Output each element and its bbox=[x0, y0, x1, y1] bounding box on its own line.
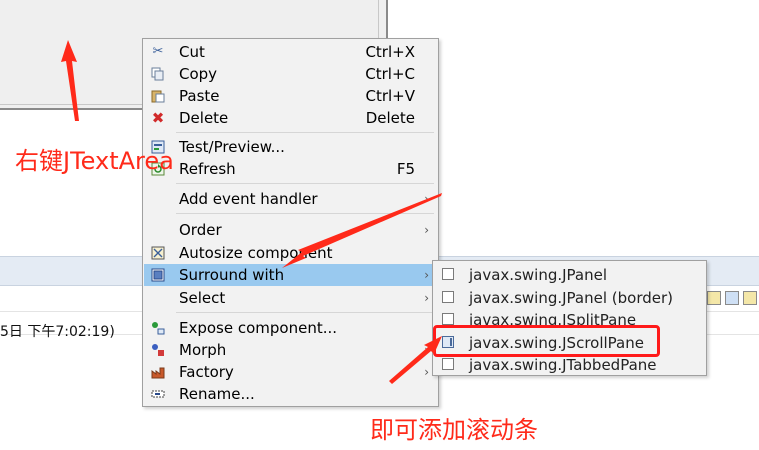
menu-item-morph[interactable]: Morph › bbox=[144, 339, 437, 361]
submenu-item-label: javax.swing.JPanel bbox=[469, 266, 608, 284]
menu-item-label: Add event handler bbox=[179, 190, 318, 208]
menu-item-autosize-component[interactable]: Autosize component bbox=[144, 242, 437, 264]
menu-item-label: Surround with bbox=[179, 266, 285, 284]
menu-item-order[interactable]: Order › bbox=[144, 219, 437, 241]
menu-separator bbox=[176, 312, 434, 313]
menu-item-label: Factory bbox=[179, 363, 234, 381]
factory-icon bbox=[150, 364, 166, 380]
submenu-item-label: javax.swing.JPanel (border) bbox=[469, 289, 674, 307]
tabbed-pane-icon bbox=[442, 358, 454, 370]
submenu-item-jpanel-border[interactable]: javax.swing.JPanel (border) bbox=[434, 287, 705, 309]
surround-with-submenu: javax.swing.JPanel javax.swing.JPanel (b… bbox=[432, 260, 707, 376]
menu-item-label: Select bbox=[179, 289, 226, 307]
split-pane-icon bbox=[442, 313, 454, 325]
scissors-icon: ✂ bbox=[152, 44, 164, 59]
surround-icon bbox=[150, 267, 166, 283]
menu-item-surround-with[interactable]: Surround with › bbox=[144, 264, 437, 286]
menu-item-add-event-handler[interactable]: Add event handler › bbox=[144, 188, 437, 210]
morph-icon bbox=[150, 342, 166, 358]
menu-item-label: Order bbox=[179, 221, 222, 239]
rename-icon bbox=[150, 386, 166, 402]
menu-item-label: Cut bbox=[179, 43, 205, 61]
submenu-item-label: javax.swing.JTabbedPane bbox=[469, 356, 657, 374]
menu-item-label: Refresh bbox=[179, 160, 236, 178]
toolbar-icon[interactable] bbox=[725, 291, 739, 305]
menu-item-delete[interactable]: ✖ Delete Delete bbox=[144, 107, 437, 129]
menu-item-label: Rename... bbox=[179, 385, 255, 403]
submenu-arrow-icon: › bbox=[424, 291, 429, 305]
expose-icon bbox=[150, 320, 166, 336]
console-toolbar bbox=[707, 291, 759, 309]
toolbar-icon[interactable] bbox=[743, 291, 757, 305]
menu-separator bbox=[176, 183, 434, 184]
menu-item-select[interactable]: Select › bbox=[144, 287, 437, 309]
submenu-arrow-icon: › bbox=[424, 343, 429, 357]
annotation-right-click-label: 右键JTextArea bbox=[15, 147, 174, 175]
submenu-arrow-icon: › bbox=[424, 192, 429, 206]
annotation-result-label: 即可添加滚动条 bbox=[370, 416, 538, 444]
context-menu: ✂ Cut Ctrl+X Copy Ctrl+C Paste Ctrl+V ✖ … bbox=[142, 38, 439, 407]
menu-item-paste[interactable]: Paste Ctrl+V bbox=[144, 85, 437, 107]
submenu-item-jpanel[interactable]: javax.swing.JPanel bbox=[434, 264, 705, 286]
menu-item-label: Autosize component bbox=[179, 244, 333, 262]
menu-item-accelerator: Ctrl+C bbox=[365, 65, 415, 83]
jscrollpane-highlight-box bbox=[433, 325, 660, 357]
menu-item-copy[interactable]: Copy Ctrl+C bbox=[144, 63, 437, 85]
submenu-item-jtabbedpane[interactable]: javax.swing.JTabbedPane bbox=[434, 354, 705, 376]
menu-item-label: Expose component... bbox=[179, 319, 338, 337]
menu-item-factory[interactable]: Factory › bbox=[144, 361, 437, 383]
autosize-icon bbox=[150, 245, 166, 261]
menu-item-label: Paste bbox=[179, 87, 220, 105]
submenu-arrow-icon: › bbox=[424, 268, 429, 282]
menu-item-label: Morph bbox=[179, 341, 227, 359]
toolbar-icon[interactable] bbox=[707, 291, 721, 305]
console-timestamp: 5日 下午7:02:19) bbox=[0, 324, 115, 340]
menu-separator bbox=[176, 213, 434, 214]
container-icon bbox=[442, 268, 454, 280]
submenu-arrow-icon: › bbox=[424, 365, 429, 379]
container-icon bbox=[442, 291, 454, 303]
menu-item-accelerator: Ctrl+V bbox=[365, 87, 415, 105]
menu-item-label: Delete bbox=[179, 109, 229, 127]
menu-item-rename[interactable]: Rename... bbox=[144, 383, 437, 405]
menu-item-expose-component[interactable]: Expose component... bbox=[144, 317, 437, 339]
menu-item-refresh[interactable]: Refresh F5 bbox=[144, 158, 437, 180]
menu-item-label: Copy bbox=[179, 65, 218, 83]
paste-icon bbox=[150, 88, 166, 104]
delete-x-icon: ✖ bbox=[151, 109, 165, 127]
menu-item-test-preview[interactable]: Test/Preview... bbox=[144, 136, 437, 158]
menu-item-accelerator: F5 bbox=[396, 160, 415, 178]
menu-item-label: Test/Preview... bbox=[179, 138, 285, 156]
menu-item-accelerator: Ctrl+X bbox=[365, 43, 415, 61]
menu-item-cut[interactable]: ✂ Cut Ctrl+X bbox=[144, 41, 437, 63]
copy-icon bbox=[150, 66, 166, 82]
menu-item-accelerator: Delete bbox=[365, 109, 415, 127]
menu-separator bbox=[176, 132, 434, 133]
submenu-arrow-icon: › bbox=[424, 223, 429, 237]
